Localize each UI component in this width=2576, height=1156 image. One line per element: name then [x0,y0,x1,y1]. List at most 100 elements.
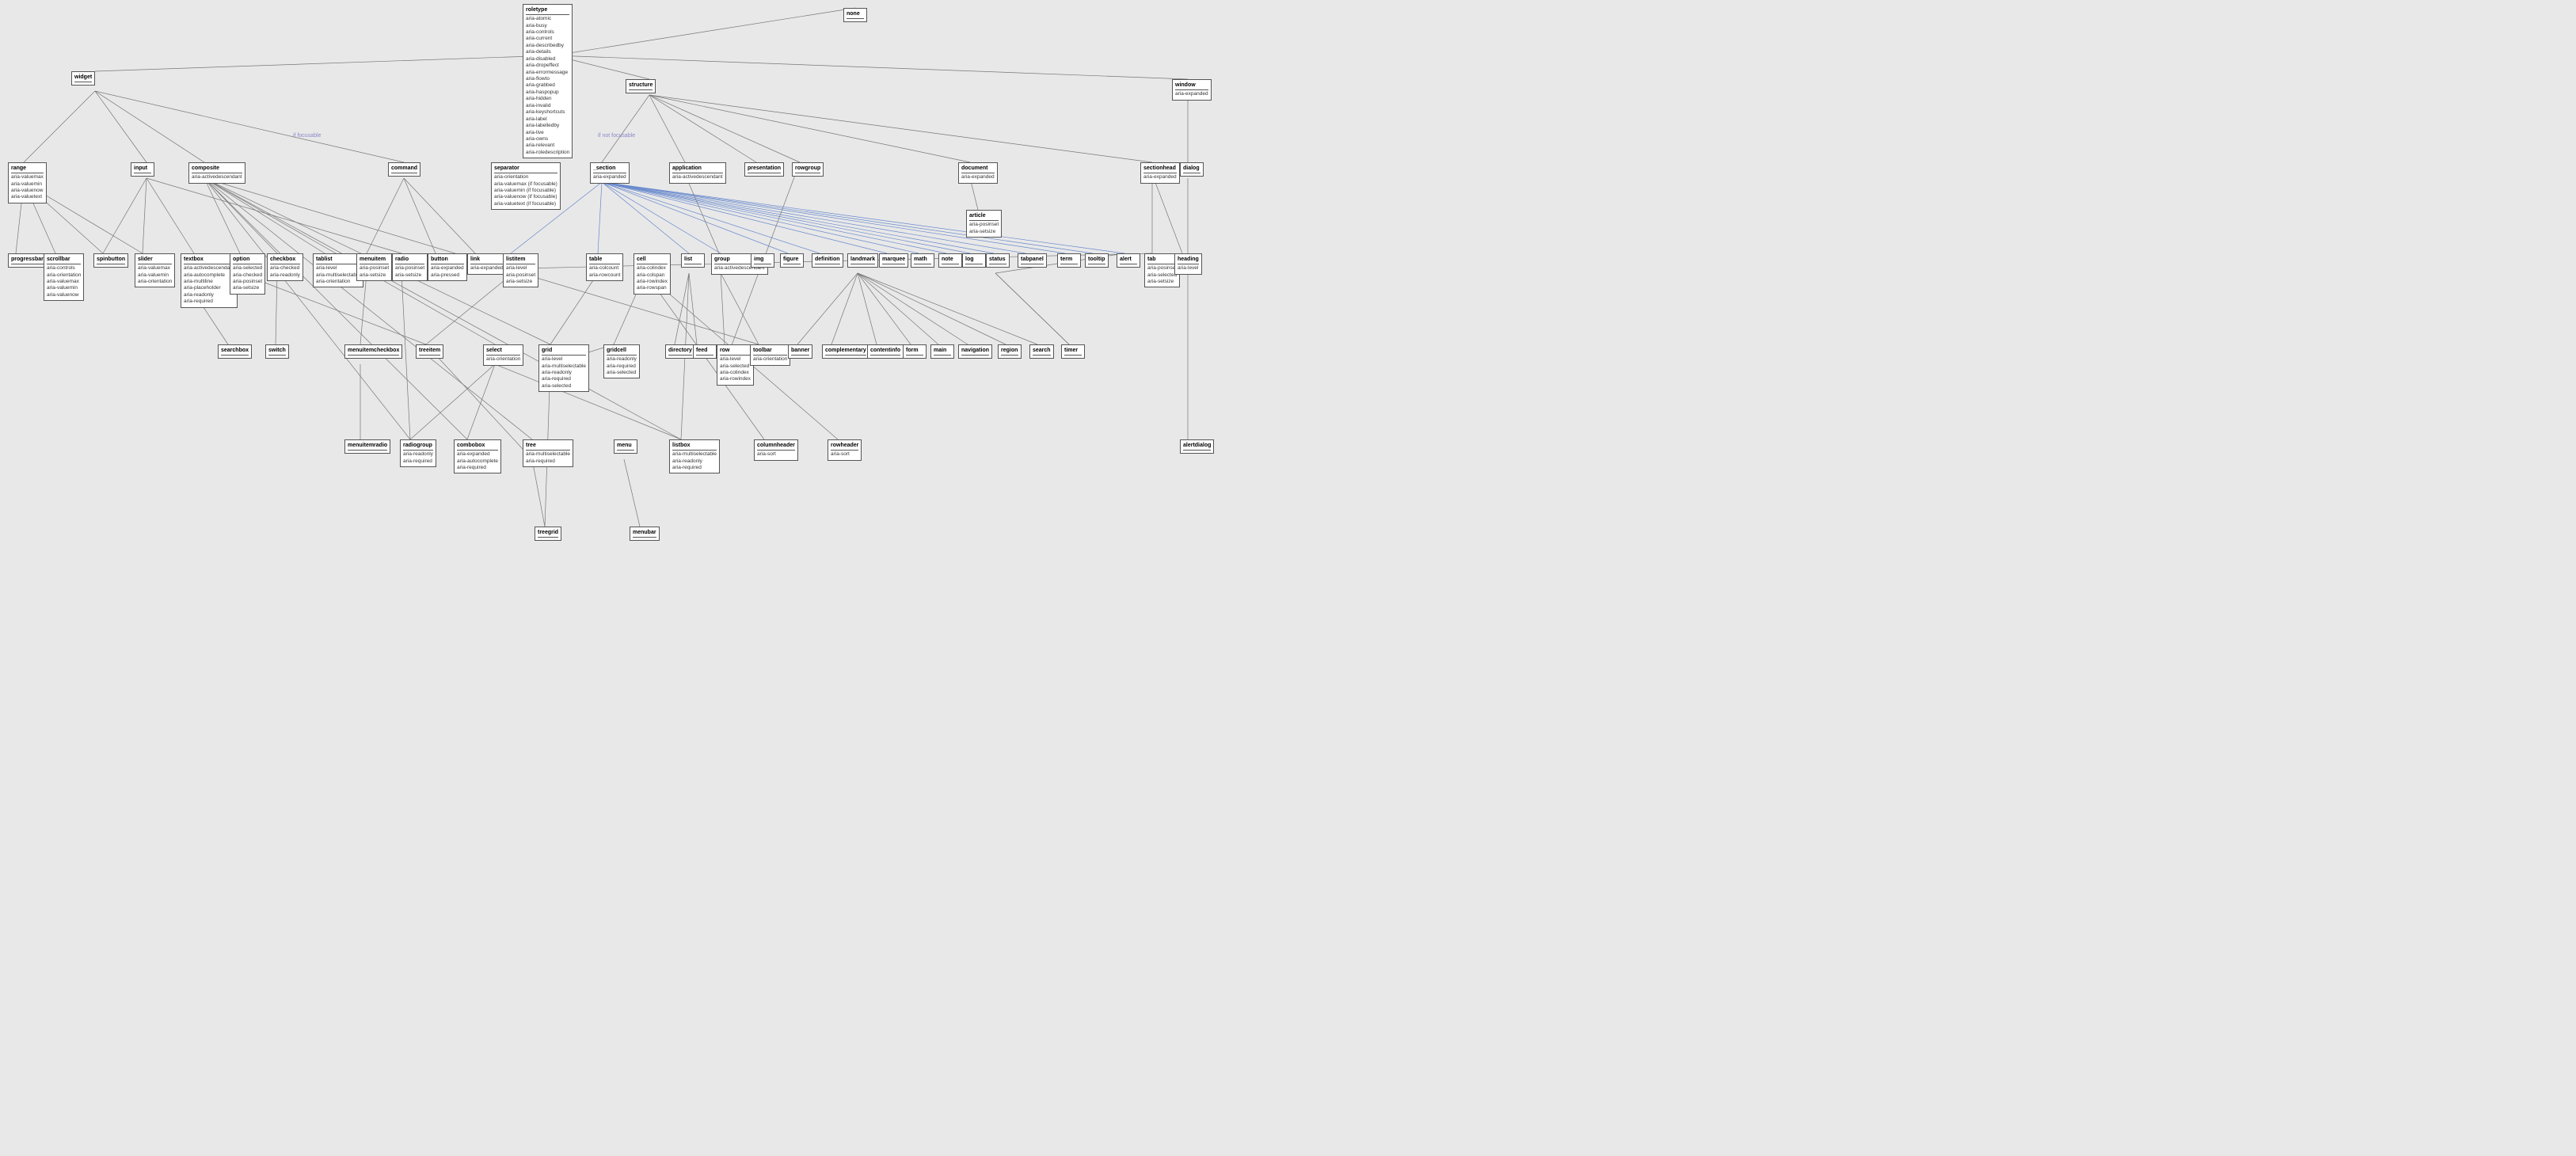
node-searchbox: searchbox [218,344,252,359]
node-treeitem: treeitem [416,344,443,359]
node-prop-textbox: aria-readonly [184,292,234,299]
node-application: applicationaria-activedescendant [669,162,726,184]
node-button: buttonaria-expandedaria-pressed [428,253,467,281]
node-prop-grid: aria-selected [542,383,586,390]
node-contentinfo: contentinfo [867,344,904,359]
node-math: math [911,253,934,268]
node-prop-grid: aria-readonly [542,370,586,376]
node-prop-roletype: aria-labelledby [526,123,569,129]
node-title-tree: tree [526,442,570,451]
node-columnheader: columnheaderaria-sort [754,439,798,461]
node-title-command: command [391,165,417,173]
node-menuitem: menuitemaria-posinsetaria-setsize [356,253,392,281]
node-prop-slider: aria-orientation [138,279,172,285]
node-prop-menuitem: aria-posinset [360,265,389,272]
node-cell: cellaria-colindexaria-colspanaria-rowind… [634,253,671,295]
node-none: none [843,8,867,22]
node-directory: directory [665,344,695,359]
node-prop-gridcell: aria-selected [607,370,637,376]
node-form: form [903,344,927,359]
node-title-tabpanel: tabpanel [1021,256,1044,264]
node-prop-grid: aria-level [542,356,586,363]
node-prop-button: aria-expanded [431,265,464,272]
node-title-listbox: listbox [672,442,717,451]
node-rowheader: rowheaderaria-sort [828,439,862,461]
node-title-treegrid: treegrid [538,529,558,538]
node-title-list: list [684,256,702,264]
node-prop-listbox: aria-readonly [672,458,717,465]
node-prop-range: aria-valuemin [11,181,44,188]
node-title-img: img [754,256,771,264]
node-prop-select: aria-orientation [486,356,520,363]
node-prop-roletype: aria-atomic [526,16,569,22]
node-prop-columnheader: aria-sort [757,451,795,458]
node-prop-row: aria-rowindex [720,376,751,382]
node-prop-scrollbar: aria-controls [47,265,81,272]
node-title-tab: tab [1147,256,1177,264]
node-prop-roletype: aria-haspopup [526,89,569,96]
node-title-landmark: landmark [850,256,875,264]
node-prop-listbox: aria-required [672,465,717,471]
node-command: command [388,162,420,177]
node-tooltip: tooltip [1085,253,1109,268]
node-title-checkbox: checkbox [270,256,300,264]
node-prop-radio: aria-posinset [395,265,424,272]
node-title-table: table [589,256,620,264]
node-prop-toolbar: aria-orientation [753,356,787,363]
node-prop-rowheader: aria-sort [831,451,858,458]
node-prop-roletype: aria-flowto [526,76,569,82]
node-prop-menuitem: aria-setsize [360,272,389,279]
node-prop-separator: aria-valuemax (if focusable) [494,181,557,188]
node-prop-tab: aria-selected [1147,272,1177,279]
node-title-application: application [672,165,723,173]
node-prop-radiogroup: aria-required [403,458,433,465]
node-title-gridcell: gridcell [607,347,637,356]
node-title-directory: directory [668,347,692,356]
node-log: log [962,253,986,268]
node-prop-slider: aria-valuemin [138,272,172,279]
label-if-focusable: if focusable [293,133,321,139]
node-list: list [681,253,705,268]
node-listitem: listitemaria-levelaria-posinsetaria-sets… [503,253,538,287]
node-textbox: textboxaria-activedescendantaria-autocom… [181,253,238,308]
node-status: status [986,253,1010,268]
node-prop-button: aria-pressed [431,272,464,279]
node-title-search: search [1033,347,1051,356]
node-title-window: window [1175,82,1208,90]
node-option: optionaria-selectedaria-checkedaria-posi… [230,253,265,295]
node-title-input: input [134,165,151,173]
node-rowgroup: rowgroup [792,162,824,177]
node-title-range: range [11,165,44,173]
node-prop-roletype: aria-label [526,116,569,123]
node-prop-window: aria-expanded [1175,91,1208,97]
node-document: documentaria-expanded [958,162,998,184]
node-banner: banner [788,344,812,359]
node-prop-composite: aria-activedescendant [192,174,242,181]
node-title-feed: feed [696,347,713,356]
node-definition: definition [812,253,843,268]
node-prop-separator: aria-valuenow (if focusable) [494,194,557,200]
node-prop-option: aria-setsize [233,285,262,291]
node-title-option: option [233,256,262,264]
node-title-searchbox: searchbox [221,347,249,356]
node-article: articlearia-posinsetaria-setsize [966,210,1002,238]
node-term: term [1057,253,1081,268]
node-menuitemradio: menuitemradio [344,439,390,454]
node-title-menu: menu [617,442,634,451]
node-prop-scrollbar: aria-valuemax [47,279,81,285]
node-prop-listitem: aria-posinset [506,272,535,279]
node-title-sectionhead: sectionhead [1143,165,1177,173]
node-prop-textbox: aria-autocomplete [184,272,234,279]
node-title-main: main [934,347,951,356]
node-title-marquee: marquee [882,256,905,264]
node-title-widget: widget [74,74,92,82]
node-title-navigation: navigation [961,347,989,356]
node-radio: radioaria-posinsetaria-setsize [392,253,428,281]
node-prop-roletype: aria-invalid [526,103,569,109]
node-prop-checkbox: aria-readonly [270,272,300,279]
node-radiogroup: radiogrouparia-readonlyaria-required [400,439,436,467]
node-prop-combobox: aria-autocomplete [457,458,498,465]
node-title-select: select [486,347,520,356]
node-timer: timer [1061,344,1085,359]
node-title-separator: separator [494,165,557,173]
